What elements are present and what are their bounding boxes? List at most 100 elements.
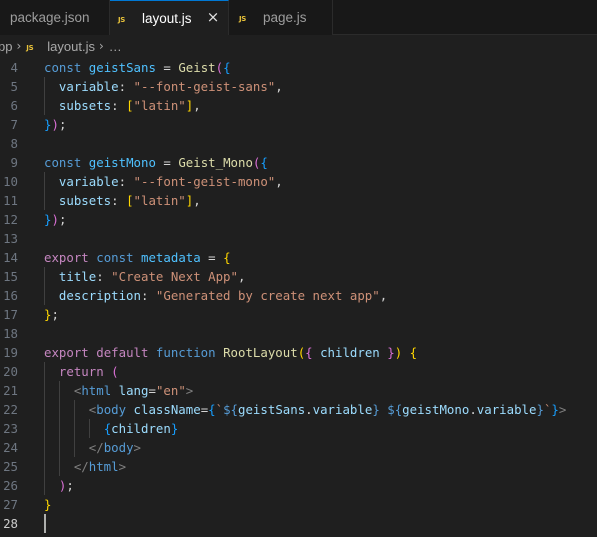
code-line[interactable]: 17}; — [0, 305, 597, 324]
code-line[interactable]: 24 </body> — [0, 438, 597, 457]
code-line[interactable]: 25 </html> — [0, 457, 597, 476]
code-token: </ — [88, 440, 104, 455]
code-line[interactable]: 16 description: "Generated by create nex… — [0, 286, 597, 305]
code-token: { — [305, 345, 313, 360]
code-text: variable: "--font-geist-sans", — [44, 77, 283, 96]
code-line[interactable]: 14 export const metadata = { — [0, 248, 597, 267]
code-token: geistSans — [238, 402, 306, 417]
code-line[interactable]: 13 — [0, 229, 597, 248]
code-text: } — [44, 495, 51, 514]
line-number: 16 — [3, 288, 18, 303]
tab-label: page.js — [263, 10, 307, 25]
chevron-right-icon: › — [98, 39, 104, 53]
code-line[interactable]: 23 {children} — [0, 419, 597, 438]
code-token: metadata — [141, 250, 201, 265]
code-token: = — [155, 60, 179, 75]
code-token: variable — [476, 402, 537, 417]
code-text: return ( — [44, 362, 119, 381]
code-line[interactable]: 22 <body className={`${geistSans.variabl… — [0, 400, 597, 419]
tab-label: layout.js — [142, 11, 192, 26]
chevron-right-icon: › — [16, 39, 22, 53]
code-token: : — [111, 193, 127, 208]
code-text: description: "Generated by create next a… — [44, 286, 387, 305]
code-token: : — [111, 98, 127, 113]
code-line[interactable]: 19 export default function RootLayout({ c… — [0, 343, 597, 362]
code-token: : — [118, 79, 134, 94]
code-token: Geist — [178, 60, 216, 75]
breadcrumb-file[interactable]: layout.js — [47, 39, 95, 54]
code-token: { — [208, 402, 216, 417]
code-text: title: "Create Next App", — [44, 267, 246, 286]
code-line[interactable]: 21 <html lang="en"> — [0, 381, 597, 400]
line-number: 6 — [10, 98, 18, 113]
code-line[interactable]: 27} — [0, 495, 597, 514]
code-line[interactable]: 4 const geistSans = Geist({ — [0, 58, 597, 77]
line-number: 7 — [10, 117, 18, 132]
code-token: function — [155, 345, 216, 360]
code-token: variable — [312, 402, 373, 417]
code-token: ; — [58, 212, 67, 227]
code-text: const geistSans = Geist({ — [44, 58, 231, 77]
code-token: export — [44, 250, 89, 265]
breadcrumb-more[interactable]: … — [109, 39, 122, 54]
line-number: 24 — [3, 440, 18, 455]
code-editor[interactable]: 4 const geistSans = Geist({5 variable: "-… — [0, 58, 597, 537]
code-line[interactable]: 26 ); — [0, 476, 597, 495]
code-token: ) — [51, 212, 59, 227]
code-token: ( — [215, 60, 224, 75]
code-token: return — [58, 364, 104, 379]
code-line[interactable]: 11 subsets: ["latin"], — [0, 191, 597, 210]
code-token: } — [44, 497, 52, 512]
breadcrumb-folder[interactable]: pp — [0, 39, 12, 54]
code-token: ; — [51, 307, 59, 322]
code-line[interactable]: 6 subsets: ["latin"], — [0, 96, 597, 115]
line-number: 13 — [3, 231, 18, 246]
code-line[interactable]: 9 const geistMono = Geist_Mono({ — [0, 153, 597, 172]
code-token: } — [387, 345, 395, 360]
tab-layout-js[interactable]: JS layout.js × — [110, 0, 229, 36]
line-number: 14 — [3, 250, 18, 265]
code-token: : — [118, 174, 134, 189]
close-icon[interactable]: × — [206, 10, 220, 25]
line-number: 9 — [10, 155, 18, 170]
editor-tab-bar: package.json JS layout.js × JS page.js — [0, 0, 597, 36]
code-token: className — [133, 402, 201, 417]
code-text: export default function RootLayout({ chi… — [44, 343, 417, 362]
line-number: 23 — [3, 421, 18, 436]
code-line[interactable]: 28 — [0, 514, 597, 533]
code-line[interactable]: 8 — [0, 134, 597, 153]
code-token: . — [469, 402, 477, 417]
code-token: { — [223, 250, 231, 265]
code-line[interactable]: 18 — [0, 324, 597, 343]
code-line[interactable]: 12}); — [0, 210, 597, 229]
code-line[interactable]: 10 variable: "--font-geist-mono", — [0, 172, 597, 191]
tab-package-json[interactable]: package.json — [0, 0, 110, 35]
code-line[interactable]: 7}); — [0, 115, 597, 134]
code-token: description — [58, 288, 141, 303]
code-text: }); — [44, 210, 66, 229]
code-text: </html> — [44, 457, 126, 476]
line-number: 19 — [3, 345, 18, 360]
code-token: title — [58, 269, 97, 284]
line-number: 27 — [3, 497, 18, 512]
code-token: = — [200, 250, 224, 265]
code-line[interactable]: 15 title: "Create Next App", — [0, 267, 597, 286]
code-token: ${ — [387, 402, 403, 417]
code-line[interactable]: 20 return ( — [0, 362, 597, 381]
code-text: variable: "--font-geist-mono", — [44, 172, 283, 191]
code-text: }; — [44, 305, 59, 324]
tab-page-js[interactable]: JS page.js — [229, 0, 333, 35]
code-line[interactable]: 5 variable: "--font-geist-sans", — [0, 77, 597, 96]
